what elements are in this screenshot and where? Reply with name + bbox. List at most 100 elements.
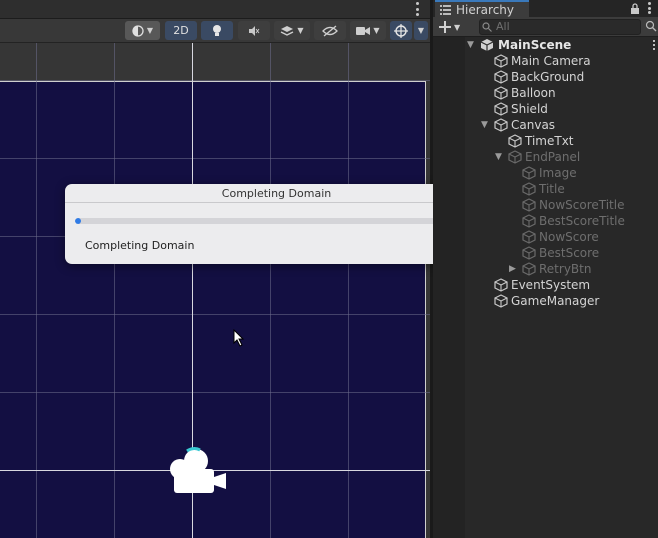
hierarchy-item[interactable]: Main Camera [433,53,658,69]
collapse-arrow-icon[interactable]: ▼ [481,120,488,130]
grid-line [36,43,37,538]
camera-dropdown[interactable]: ▼ [350,21,386,40]
hierarchy-item-label: GameManager [511,294,600,308]
lightbulb-icon [213,25,221,36]
hierarchy-item-label: BackGround [511,70,585,84]
hierarchy-item[interactable]: EventSystem [433,277,658,293]
gameobject-cube-icon [494,294,508,308]
shading-mode-dropdown[interactable]: ▼ [125,21,160,40]
unity-editor: ▼ 2D ▼ ▼ ▼ Completing Domain Completing … [0,0,658,538]
progress-bar [75,218,478,224]
expand-arrow-icon[interactable]: ▼ [467,40,474,50]
grid-line [270,43,271,538]
search-input[interactable]: All [479,19,641,35]
chevron-down-icon: ▼ [454,22,461,32]
hierarchy-item-label: NowScore [539,230,599,244]
collapse-arrow-icon[interactable]: ▼ [495,152,502,162]
gameobject-cube-icon [494,102,508,116]
hierarchy-item[interactable]: ▼ EndPanel [433,149,658,165]
grid-line [0,158,432,159]
unity-scene-icon [480,39,494,51]
audio-mute-icon [249,25,260,36]
hierarchy-item-label: Shield [511,102,548,116]
scene-name: MainScene [498,38,572,52]
scene-tab-strip [0,0,432,19]
chevron-down-icon: ▼ [417,26,425,35]
gameobject-cube-icon [522,198,536,212]
visibility-toggle[interactable] [314,21,346,40]
hierarchy-item[interactable]: Image [433,165,658,181]
gameobject-cube-icon [508,150,522,164]
grid-line [114,43,115,538]
gameobject-cube-icon [494,118,508,132]
hierarchy-item[interactable]: GameManager [433,293,658,309]
hierarchy-item-label: Canvas [511,118,556,132]
scene-toolbar: ▼ 2D ▼ ▼ ▼ [0,19,432,43]
scene-menu-icon[interactable] [653,40,655,50]
hierarchy-item-label: BestScoreTitle [539,214,625,228]
grid-line [0,392,432,393]
lock-icon[interactable] [630,3,640,14]
hierarchy-item[interactable]: BestScoreTitle [433,213,658,229]
hierarchy-item[interactable]: BackGround [433,69,658,85]
hierarchy-item[interactable]: NowScoreTitle [433,197,658,213]
effects-icon [281,25,294,36]
scene-view: ▼ 2D ▼ ▼ ▼ [0,0,432,538]
hierarchy-item-label: Title [539,182,565,196]
effects-dropdown[interactable]: ▼ [274,21,310,40]
hierarchy-item-label: RetryBtn [539,262,592,276]
scene-viewport[interactable] [0,43,432,538]
tab-label: Hierarchy [456,2,515,17]
grid-line [348,43,349,538]
gameobject-cube-icon [494,278,508,292]
shading-mode-icon [132,24,144,37]
hierarchy-item-label: EventSystem [511,278,591,292]
hierarchy-item[interactable]: Shield [433,101,658,117]
hierarchy-item-label: EndPanel [525,150,581,164]
mouse-cursor-icon [233,329,245,347]
lighting-toggle[interactable] [201,21,233,40]
progress-fill [75,218,82,224]
plus-icon [439,21,451,33]
hierarchy-item-label: TimeTxt [525,134,574,148]
gameobject-cube-icon [494,70,508,84]
chevron-down-icon: ▼ [373,26,380,35]
grid-line [0,314,432,315]
hierarchy-item-label: Balloon [511,86,556,100]
gameobject-cube-icon [522,214,536,228]
gameobject-cube-icon [522,182,536,196]
list-icon [440,4,451,15]
hierarchy-menu-icon[interactable] [648,2,651,14]
tab-hierarchy[interactable]: Hierarchy [435,0,529,17]
hierarchy-item[interactable]: Balloon [433,85,658,101]
hierarchy-item[interactable]: Title [433,181,658,197]
gizmos-dropdown[interactable]: ▼ [414,21,428,40]
gameobject-cube-icon [508,134,522,148]
scene-menu-icon[interactable] [416,2,420,16]
hierarchy-item[interactable]: ▼ Canvas [433,117,658,133]
hierarchy-item[interactable]: BestScore [433,245,658,261]
hierarchy-item-label: BestScore [539,246,600,260]
create-button[interactable]: ▼ [439,20,467,34]
2d-toggle-button[interactable]: 2D [165,21,197,40]
chevron-down-icon: ▼ [146,26,154,35]
hierarchy-item-label: Main Camera [511,54,591,68]
hierarchy-item-label: Image [539,166,577,180]
gizmos-toggle[interactable] [390,21,412,40]
expand-arrow-icon[interactable]: ▶ [509,264,516,274]
scene-row[interactable]: ▼ MainScene [433,37,658,53]
gameobject-cube-icon [522,262,536,276]
search-filter-icon[interactable] [645,20,657,32]
gameobject-cube-icon [522,166,536,180]
hierarchy-panel: Hierarchy ▼ All ▼ MainScene Main Camera B… [433,0,658,538]
hierarchy-search-bar: ▼ All [433,17,658,37]
hierarchy-tab-strip: Hierarchy [433,0,658,17]
hierarchy-item[interactable]: NowScore [433,229,658,245]
gameobject-cube-icon [522,230,536,244]
dialog-message: Completing Domain [85,239,195,252]
hierarchy-item[interactable]: ▶ RetryBtn [433,261,658,277]
dialog-title: Completing Domain [65,184,488,203]
hierarchy-item[interactable]: TimeTxt [433,133,658,149]
audio-toggle[interactable] [238,21,270,40]
camera-gizmo-icon[interactable] [160,447,228,497]
